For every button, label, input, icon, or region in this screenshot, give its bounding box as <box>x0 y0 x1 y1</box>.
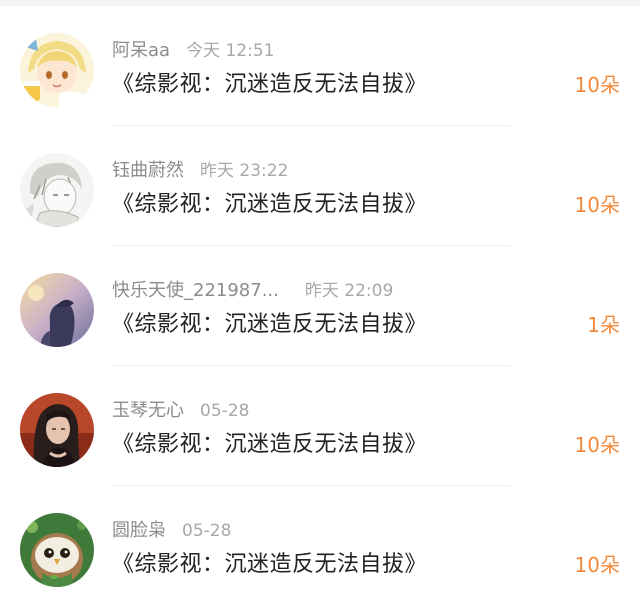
user-name[interactable]: 玉琴无心 05-28 <box>112 396 249 422</box>
list-item[interactable]: 快乐天使_221987... 昨天 22:09 《综影视：沉迷造反无法自拔》 1朵 <box>0 246 640 366</box>
avatar[interactable] <box>20 393 94 467</box>
timestamp: 05-28 <box>200 401 250 421</box>
avatar[interactable] <box>20 273 94 347</box>
avatar[interactable] <box>20 33 94 107</box>
timestamp: 昨天 23:22 <box>200 161 289 181</box>
flower-count: 10朵 <box>574 73 620 97</box>
timestamp: 昨天 22:09 <box>304 281 394 301</box>
user-name[interactable]: 快乐天使_221987... 昨天 22:09 <box>112 276 393 302</box>
dark-hair-portrait-icon <box>20 393 94 467</box>
timestamp: 今天 12:51 <box>186 41 275 61</box>
user-name-text[interactable]: 钰曲蔚然 <box>112 160 184 181</box>
book-title[interactable]: 《综影视：沉迷造反无法自拔》 <box>112 186 427 218</box>
flower-count: 1朵 <box>587 313 620 337</box>
gift-record-list: 阿呆aa 今天 12:51 《综影视：沉迷造反无法自拔》 10朵 钰曲蔚然 昨天 2… <box>0 6 640 606</box>
list-item[interactable]: 阿呆aa 今天 12:51 《综影视：沉迷造反无法自拔》 10朵 <box>0 6 640 126</box>
book-title[interactable]: 《综影视：沉迷造反无法自拔》 <box>112 426 427 458</box>
book-title[interactable]: 《综影视：沉迷造反无法自拔》 <box>112 306 427 338</box>
list-item[interactable]: 圆脸枭 05-28 《综影视：沉迷造反无法自拔》 10朵 <box>0 486 640 606</box>
user-name[interactable]: 钰曲蔚然 昨天 23:22 <box>112 156 288 182</box>
flower-count: 10朵 <box>574 193 620 217</box>
user-name[interactable]: 圆脸枭 05-28 <box>112 516 231 542</box>
book-title[interactable]: 《综影视：沉迷造反无法自拔》 <box>112 546 427 578</box>
avatar[interactable] <box>20 513 94 587</box>
list-item[interactable]: 钰曲蔚然 昨天 23:22 《综影视：沉迷造反无法自拔》 10朵 <box>0 126 640 246</box>
sunset-silhouette-icon <box>20 273 94 347</box>
owl-character-icon <box>20 513 94 587</box>
flower-count: 10朵 <box>574 553 620 577</box>
user-name-text[interactable]: 阿呆aa <box>112 40 170 61</box>
user-name-text[interactable]: 圆脸枭 <box>112 520 166 541</box>
flower-count: 10朵 <box>574 433 620 457</box>
timestamp: 05-28 <box>182 521 232 541</box>
user-name[interactable]: 阿呆aa 今天 12:51 <box>112 36 274 62</box>
user-name-text[interactable]: 快乐天使_221987... <box>112 280 279 301</box>
sketch-boy-icon <box>20 153 94 227</box>
avatar[interactable] <box>20 153 94 227</box>
user-name-text[interactable]: 玉琴无心 <box>112 400 184 421</box>
list-item[interactable]: 玉琴无心 05-28 《综影视：沉迷造反无法自拔》 10朵 <box>0 366 640 486</box>
book-title[interactable]: 《综影视：沉迷造反无法自拔》 <box>112 66 427 98</box>
anime-blonde-girl-icon <box>20 33 94 107</box>
